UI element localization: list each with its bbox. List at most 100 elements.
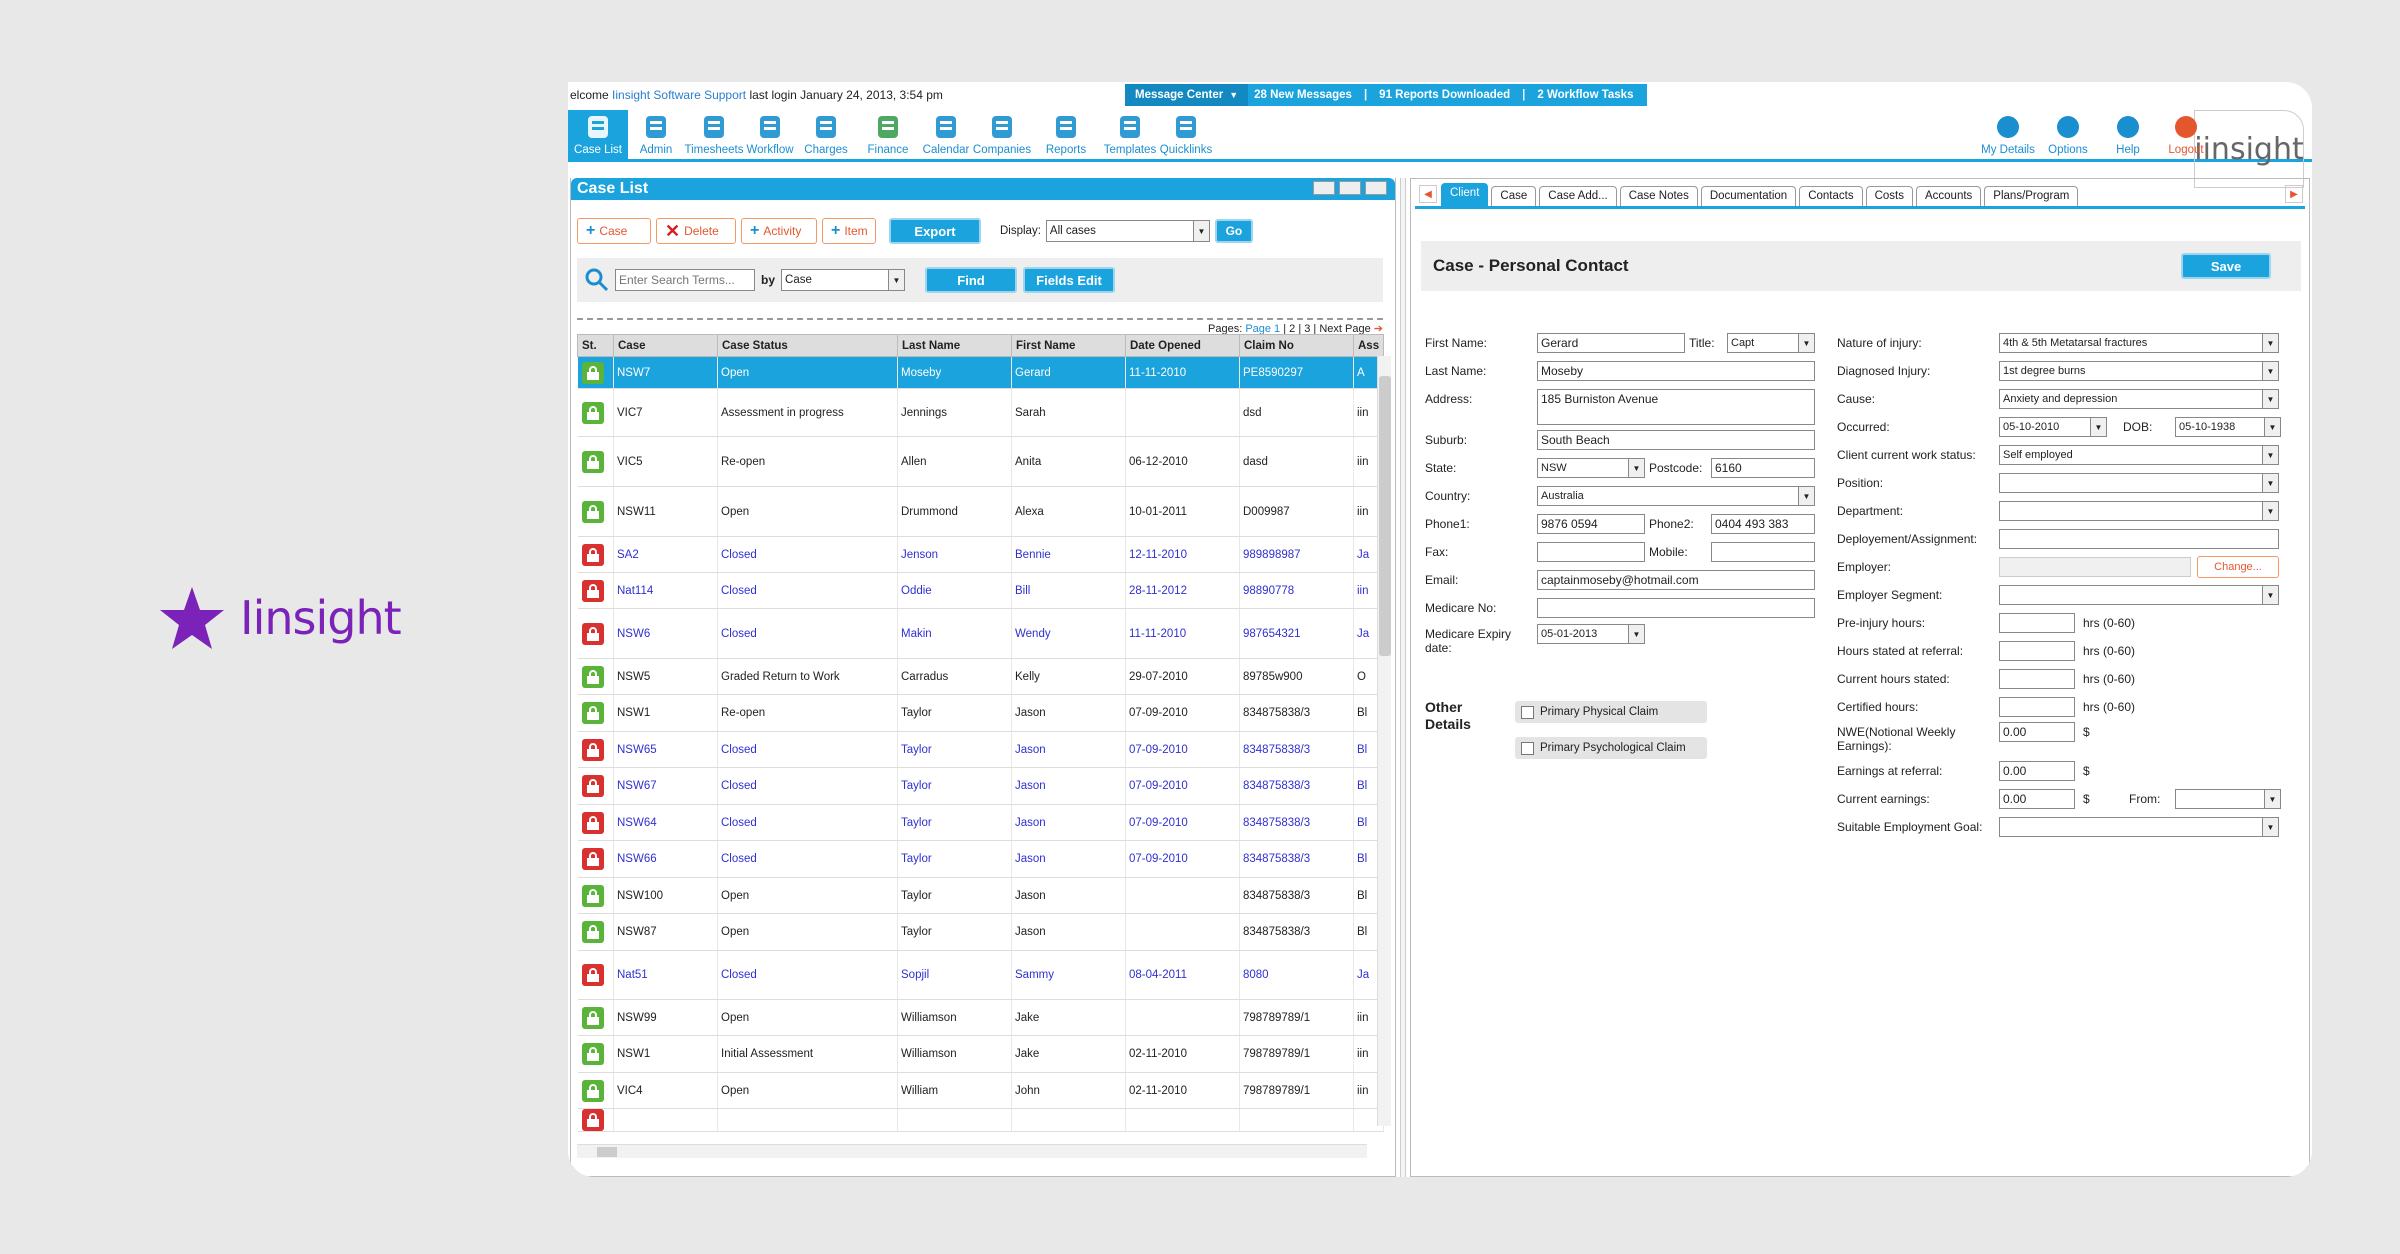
table-row[interactable]: NSW7 Open Moseby Gerard 11-11-2010 PE8590297 A xyxy=(577,356,1384,389)
export-button[interactable]: Export xyxy=(889,218,981,244)
table-row[interactable]: NSW87 Open Taylor Jason 834875838/3 Bl xyxy=(577,913,1384,951)
table-row[interactable]: NSW66 Closed Taylor Jason 07-09-2010 83487583… xyxy=(577,840,1384,878)
toolbar-templates[interactable]: Templates xyxy=(1100,110,1160,156)
new-messages-link[interactable]: 28 New Messages xyxy=(1248,89,1358,101)
search-by-select[interactable]: Case ▼ xyxy=(781,269,906,291)
tab-client[interactable]: Client xyxy=(1441,183,1489,206)
display-select[interactable]: All cases ▼ xyxy=(1045,220,1210,242)
go-button[interactable]: Go xyxy=(1214,219,1253,243)
table-row[interactable] xyxy=(577,1108,1384,1132)
table-row[interactable]: NSW99 Open Williamson Jake 798789789/1 iin xyxy=(577,999,1384,1036)
message-center-dropdown[interactable]: Message Center ▼ xyxy=(1125,83,1249,106)
hours-referral-field[interactable] xyxy=(1999,641,2075,661)
tab-plans-program[interactable]: Plans/Program xyxy=(1984,186,2079,206)
certified-hours-field[interactable] xyxy=(1999,697,2075,717)
horizontal-scrollbar[interactable] xyxy=(577,1144,1367,1158)
position-select[interactable]: ▼ xyxy=(1999,473,2279,493)
toolbar-charges[interactable]: Charges xyxy=(796,110,856,156)
first-name-field[interactable]: Gerard xyxy=(1537,333,1685,353)
search-input[interactable] xyxy=(615,269,755,291)
employer-segment-select[interactable]: ▼ xyxy=(1999,585,2279,605)
tab-case-notes[interactable]: Case Notes xyxy=(1619,186,1698,206)
table-row[interactable]: NSW1 Initial Assessment Williamson Jake 02-1… xyxy=(577,1035,1384,1073)
toolbar-finance[interactable]: Finance xyxy=(858,110,918,156)
save-button[interactable]: Save xyxy=(2181,253,2271,279)
column-header[interactable]: Case Status xyxy=(717,334,898,357)
fax-field[interactable] xyxy=(1537,542,1645,562)
deployment-field[interactable] xyxy=(1999,529,2279,549)
column-header[interactable]: St. xyxy=(577,334,614,357)
toolbar-timesheets[interactable]: Timesheets xyxy=(684,110,744,156)
toolbar-companies[interactable]: Companies xyxy=(972,110,1032,156)
column-header[interactable]: First Name xyxy=(1011,334,1126,357)
tab-case[interactable]: Case xyxy=(1491,186,1537,206)
column-header[interactable]: Ass xyxy=(1353,334,1384,357)
table-row[interactable]: NSW1 Re-open Taylor Jason 07-09-2010 83487583… xyxy=(577,694,1384,732)
add-case-button[interactable]: + Case xyxy=(577,218,651,244)
column-header[interactable]: Last Name xyxy=(897,334,1012,357)
reports-downloaded-link[interactable]: 91 Reports Downloaded xyxy=(1373,89,1516,101)
current-earnings-field[interactable]: 0.00 xyxy=(1999,789,2075,809)
column-header[interactable]: Claim No xyxy=(1239,334,1354,357)
change-employer-button[interactable]: Change... xyxy=(2197,556,2279,578)
current-hours-field[interactable] xyxy=(1999,669,2075,689)
pre-injury-hours-field[interactable] xyxy=(1999,613,2075,633)
cause-select[interactable]: Anxiety and depression ▼ xyxy=(1999,389,2279,409)
address-field[interactable]: 185 Burniston Avenue xyxy=(1537,389,1815,425)
table-row[interactable]: NSW6 Closed Makin Wendy 11-11-2010 987654321 J… xyxy=(577,608,1384,659)
toolbar-case-list[interactable]: Case List xyxy=(568,110,628,162)
view-detail-icon[interactable] xyxy=(1339,181,1361,195)
state-select[interactable]: NSW ▼ xyxy=(1537,458,1645,478)
suitable-goal-select[interactable]: ▼ xyxy=(1999,817,2279,837)
vertical-scrollbar[interactable] xyxy=(1377,356,1391,1126)
column-header[interactable]: Case xyxy=(613,334,718,357)
last-name-field[interactable]: Moseby xyxy=(1537,361,1815,381)
search-icon[interactable] xyxy=(585,268,609,292)
primary-physical-claim-checkbox[interactable]: Primary Physical Claim xyxy=(1515,701,1707,723)
view-grid-icon[interactable] xyxy=(1365,181,1387,195)
table-row[interactable]: VIC4 Open William John 02-11-2010 798789789/1… xyxy=(577,1072,1384,1109)
panel-splitter[interactable] xyxy=(1400,178,1406,1177)
work-status-select[interactable]: Self employed ▼ xyxy=(1999,445,2279,465)
medicare-field[interactable] xyxy=(1537,598,1815,618)
table-row[interactable]: VIC7 Assessment in progress Jennings Sarah d… xyxy=(577,388,1384,437)
medicare-expiry-date[interactable]: 05-01-2013 ▼ xyxy=(1537,624,1645,644)
table-row[interactable]: Nat114 Closed Oddie Bill 28-11-2012 98890778 i… xyxy=(577,572,1384,609)
table-row[interactable]: NSW5 Graded Return to Work Carradus Kelly 29… xyxy=(577,658,1384,695)
earnings-referral-field[interactable]: 0.00 xyxy=(1999,761,2075,781)
toolbar-help[interactable]: Help xyxy=(2098,110,2158,156)
mobile-field[interactable] xyxy=(1711,542,1815,562)
toolbar-reports[interactable]: Reports xyxy=(1036,110,1096,156)
table-row[interactable]: NSW64 Closed Taylor Jason 07-09-2010 83487583… xyxy=(577,804,1384,841)
from-date[interactable]: ▼ xyxy=(2175,789,2281,809)
add-item-button[interactable]: + Item xyxy=(822,218,876,244)
view-list-icon[interactable] xyxy=(1313,181,1335,195)
occurred-date[interactable]: 05-10-2010 ▼ xyxy=(1999,417,2107,437)
table-row[interactable]: NSW65 Closed Taylor Jason 07-09-2010 83487583… xyxy=(577,731,1384,768)
user-link[interactable]: Iinsight Software Support xyxy=(612,88,746,102)
table-row[interactable]: SA2 Closed Jenson Bennie 12-11-2010 989898987… xyxy=(577,536,1384,573)
dob-date[interactable]: 05-10-1938 ▼ xyxy=(2175,417,2281,437)
workflow-tasks-link[interactable]: 2 Workflow Tasks xyxy=(1531,89,1647,101)
add-activity-button[interactable]: + Activity xyxy=(741,218,817,244)
country-select[interactable]: Australia ▼ xyxy=(1537,486,1815,506)
fields-edit-button[interactable]: Fields Edit xyxy=(1023,267,1116,293)
tab-case-add[interactable]: Case Add... xyxy=(1539,186,1617,206)
table-row[interactable]: Nat51 Closed Sopjil Sammy 08-04-2011 8080 Ja xyxy=(577,950,1384,1000)
toolbar-admin[interactable]: Admin xyxy=(626,110,686,156)
postcode-field[interactable]: 6160 xyxy=(1711,458,1815,478)
toolbar-workflow[interactable]: Workflow xyxy=(740,110,800,156)
phone2-field[interactable]: 0404 493 383 xyxy=(1711,514,1815,534)
find-button[interactable]: Find xyxy=(925,267,1018,293)
table-row[interactable]: NSW11 Open Drummond Alexa 10-01-2011 D009987 i… xyxy=(577,486,1384,537)
tab-accounts[interactable]: Accounts xyxy=(1915,186,1982,206)
department-select[interactable]: ▼ xyxy=(1999,501,2279,521)
table-row[interactable]: VIC5 Re-open Allen Anita 06-12-2010 dasd iin xyxy=(577,436,1384,487)
tab-costs[interactable]: Costs xyxy=(1865,186,1913,206)
tab-contacts[interactable]: Contacts xyxy=(1799,186,1863,206)
toolbar-my-details[interactable]: My Details xyxy=(1978,110,2038,156)
phone1-field[interactable]: 9876 0594 xyxy=(1537,514,1645,534)
title-select[interactable]: Capt ▼ xyxy=(1727,333,1815,353)
nwe-field[interactable]: 0.00 xyxy=(1999,722,2075,742)
suburb-field[interactable]: South Beach xyxy=(1537,430,1815,450)
